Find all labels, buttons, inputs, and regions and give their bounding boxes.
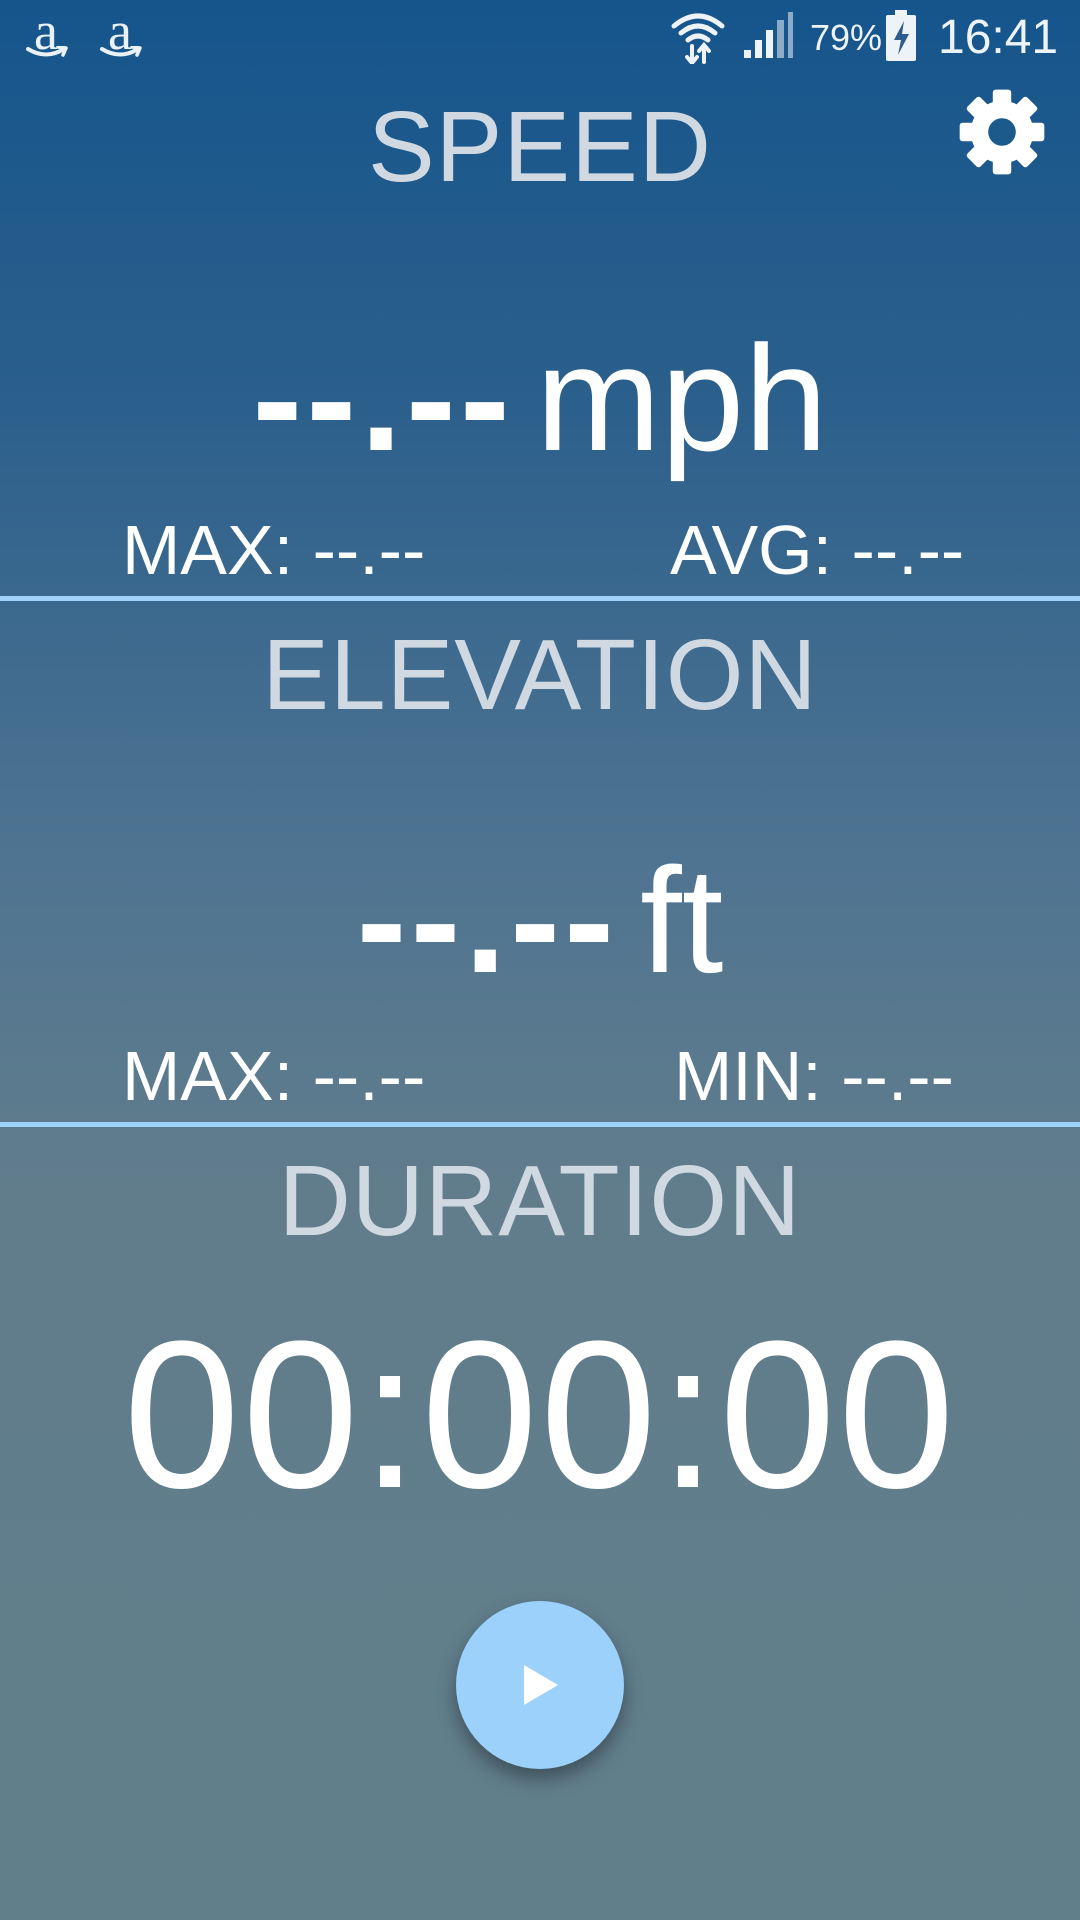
speed-reading: --.-- mph bbox=[0, 318, 1080, 526]
divider bbox=[0, 596, 1080, 601]
elevation-min: MIN: --.-- bbox=[674, 1037, 954, 1115]
elevation-reading: --.-- ft bbox=[0, 840, 1080, 1048]
status-bar: a a 79% 16:41 bbox=[0, 0, 1080, 75]
speed-unit: mph bbox=[535, 314, 828, 482]
divider bbox=[0, 1122, 1080, 1127]
play-button[interactable] bbox=[456, 1601, 624, 1769]
elevation-unit: ft bbox=[640, 836, 724, 1004]
speed-max: MAX: --.-- bbox=[122, 511, 426, 589]
speed-title: SPEED bbox=[367, 91, 712, 203]
play-icon bbox=[524, 1665, 558, 1705]
clock: 16:41 bbox=[938, 11, 1059, 64]
elevation-title: ELEVATION bbox=[262, 619, 818, 731]
elevation-max: MAX: --.-- bbox=[122, 1037, 426, 1115]
elevation-value: --.-- bbox=[356, 836, 619, 1004]
battery-charging-icon bbox=[886, 10, 916, 61]
amazon-icon: a bbox=[94, 4, 146, 64]
cell-signal-icon bbox=[744, 12, 793, 58]
speed-value: --.-- bbox=[252, 314, 514, 482]
duration-title: DURATION bbox=[278, 1145, 802, 1257]
wifi-icon bbox=[671, 13, 725, 64]
battery-percent: 79% bbox=[810, 17, 883, 58]
speed-avg: AVG: --.-- bbox=[670, 511, 965, 589]
amazon-icon: a bbox=[20, 4, 72, 64]
duration-value: 00:00:00 bbox=[123, 1297, 957, 1532]
